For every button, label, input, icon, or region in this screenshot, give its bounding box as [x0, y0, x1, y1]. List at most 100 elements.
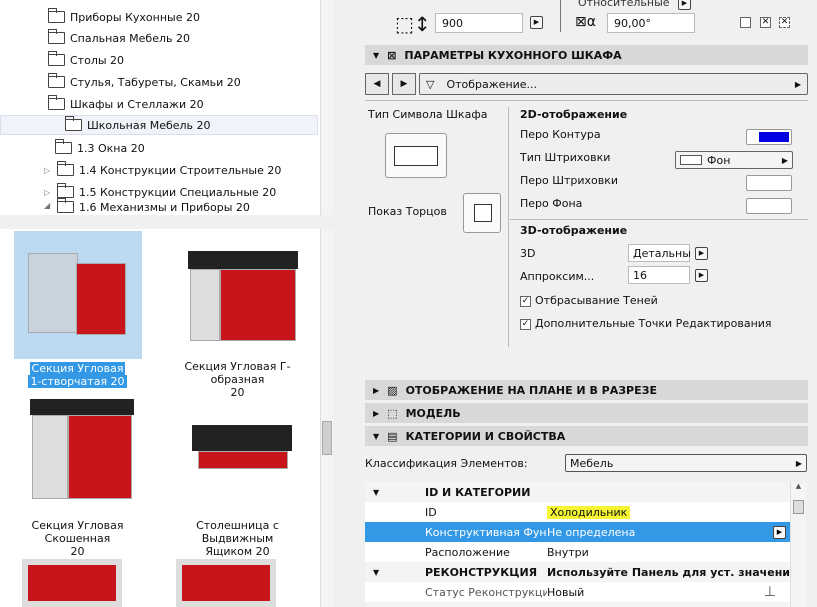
tree-item[interactable]: Стулья, Табуреты, Скамьи 20 [48, 72, 241, 92]
contour-pen-button[interactable] [746, 129, 792, 145]
folder-icon [48, 95, 65, 110]
thumbnail-label: 20 [70, 545, 85, 558]
thumbnail-item-selected[interactable]: Секция Угловая 1-створчатая 20 [0, 231, 155, 388]
thumbnail-item[interactable]: Столешница с Выдвижным Ящиком 20 [160, 395, 315, 558]
divider [560, 0, 561, 32]
thumbnail-item[interactable]: Секция Угловая Г-образная 20 [160, 231, 315, 399]
scroll-up-icon[interactable]: ▲ [791, 482, 806, 490]
chevron-right-icon: ▶ [781, 155, 788, 165]
approx-menu-button[interactable]: ▶ [695, 269, 708, 282]
thumbnail-item[interactable]: Секция Угловая Скошенная 20 [0, 395, 155, 558]
section-title: КАТЕГОРИИ И СВОЙСТВА [405, 429, 566, 443]
relative-menu-button[interactable]: ▶ [678, 0, 691, 10]
folder-icon [48, 51, 65, 66]
approx-input[interactable]: 16 [628, 266, 690, 284]
group-row[interactable]: ▼ ID И КАТЕГОРИИ [365, 482, 790, 502]
settings-panel: Относительные ▶ ⬚↕ 900 ▶ ⊠α 90,00° ✕ ✕ ▼… [360, 0, 817, 607]
value-menu-button[interactable]: ▶ [773, 525, 786, 539]
collapse-icon[interactable]: ◢ [44, 201, 52, 210]
show-ends-button[interactable] [463, 193, 501, 233]
tree-item[interactable]: ▷ 1.5 Конструкции Специальные 20 [44, 182, 276, 202]
tree-scrollbar[interactable] [320, 0, 333, 215]
3d-label: 3D [520, 247, 536, 260]
thumbnail-label: Секция Угловая Скошенная [31, 519, 124, 545]
tree-item[interactable]: ◢ 1.6 Механизмы и Приборы 20 [44, 198, 250, 215]
hatch-type-value: Фон [707, 153, 731, 167]
tree-item[interactable]: 1.3 Окна 20 [55, 138, 145, 158]
tree-item-selected[interactable]: Школьная Мебель 20 [0, 115, 318, 135]
folder-icon [57, 161, 74, 176]
cabinet-image [176, 559, 276, 607]
symbol-type-button[interactable] [385, 133, 447, 178]
tree-item[interactable]: Шкафы и Стеллажи 20 [48, 94, 204, 114]
property-row[interactable]: Расположение Внутри [365, 542, 790, 562]
scroll-thumb[interactable] [322, 421, 332, 455]
id-value[interactable]: Холодильник [547, 505, 631, 519]
prev-page-button[interactable]: ◀ [365, 73, 389, 95]
check-icon: ✓ [520, 318, 531, 330]
properties-table: ▼ ID И КАТЕГОРИИ ID Холодильник Конструкти… [365, 482, 790, 607]
hatch-type-select[interactable]: Фон ▶ [675, 151, 793, 169]
property-value[interactable]: Не определена [547, 526, 773, 539]
property-row-selected[interactable]: Конструктивная Фун... Не определена ▶ [365, 522, 790, 542]
expand-icon[interactable]: ▷ [44, 166, 52, 175]
relative-label: Относительные [578, 0, 670, 9]
tree-item-label: Спальная Мебель 20 [70, 31, 190, 45]
shadows-label: Отбрасывание Теней [535, 294, 658, 307]
height-input[interactable]: 900 [435, 13, 523, 33]
next-page-button[interactable]: ▶ [392, 73, 416, 95]
group-value: Используйте Панель для уст. значени... [547, 565, 790, 579]
property-value[interactable]: Новый [547, 586, 764, 599]
expand-icon[interactable]: ▷ [44, 188, 52, 197]
tree-item[interactable]: Спальная Мебель 20 [48, 28, 190, 48]
tree-item[interactable]: ▷ 1.4 Конструкции Строительные 20 [44, 160, 281, 180]
expand-icon: ▶ [373, 408, 380, 418]
property-row[interactable]: Статус Реконструкции Новый ⊥ [365, 582, 790, 602]
tree-item[interactable]: Столы 20 [48, 50, 124, 70]
angle-input[interactable]: 90,00° [607, 13, 695, 33]
shadows-checkbox[interactable]: ✓ Отбрасывание Теней [520, 294, 658, 307]
folder-icon [57, 198, 74, 213]
hatch-pen-button[interactable] [746, 175, 792, 191]
hatch-pen-label: Перо Штриховки [520, 174, 619, 187]
collapse-icon: ▼ [373, 567, 380, 577]
tag-icon: ▤ [387, 429, 398, 443]
checkbox[interactable] [740, 17, 751, 28]
thumbnail-grid: Секция Угловая 1-створчатая 20 Секция Угл… [0, 229, 318, 607]
checkbox-x-dashed[interactable]: ✕ [779, 17, 790, 28]
thumbnail-scrollbar[interactable] [320, 229, 333, 607]
classification-select[interactable]: Мебель ▶ [565, 454, 807, 472]
group-row[interactable]: ▼ РЕКОНСТРУКЦИЯ Используйте Панель для уст… [365, 562, 790, 582]
tree-item-label: 1.5 Конструкции Специальные 20 [79, 185, 277, 199]
checkbox-x[interactable]: ✕ [760, 17, 771, 28]
section-plan-display[interactable]: ▶ ▨ ОТОБРАЖЕНИЕ НА ПЛАНЕ И В РАЗРЕЗЕ [365, 380, 808, 400]
thumbnail-label: Секция Угловая [29, 362, 126, 375]
page-select-value: Отображение... [446, 77, 538, 91]
property-value[interactable]: Внутри [547, 546, 790, 559]
section-model[interactable]: ▶ ⬚ МОДЕЛЬ [365, 403, 808, 423]
edit-points-checkbox[interactable]: ✓ Дополнительные Точки Редактирования [520, 317, 772, 330]
properties-scrollbar[interactable]: ▲ [790, 482, 806, 607]
group-title: РЕКОНСТРУКЦИЯ [425, 565, 538, 579]
section-categories[interactable]: ▼ ▤ КАТЕГОРИИ И СВОЙСТВА [365, 426, 808, 446]
page-select[interactable]: ▽ Отображение... ▶ [419, 73, 808, 95]
params-icon: ⊠ [387, 48, 397, 62]
cabinet-image [178, 231, 298, 351]
folder-icon [48, 29, 65, 44]
tree-item[interactable]: Приборы Кухонные 20 [48, 7, 200, 27]
property-row[interactable]: ID Холодильник [365, 502, 790, 522]
divider [510, 219, 808, 220]
height-icon: ⬚↕ [395, 12, 431, 36]
renovation-icon: ⊥ [763, 584, 776, 600]
collapse-icon: ▼ [373, 50, 380, 60]
3d-menu-button[interactable]: ▶ [695, 247, 708, 260]
classification-label: Классификация Элементов: [365, 457, 528, 470]
thumbnail-label: Столешница с Выдвижным [196, 519, 279, 545]
divider [365, 100, 808, 101]
3d-input[interactable]: Детальны [628, 244, 691, 262]
height-menu-button[interactable]: ▶ [530, 16, 543, 29]
scroll-thumb[interactable] [793, 500, 804, 514]
bg-pen-button[interactable] [746, 198, 792, 214]
tree-item-label: Стулья, Табуреты, Скамьи 20 [70, 75, 241, 89]
section-kitchen-params[interactable]: ▼ ⊠ ПАРАМЕТРЫ КУХОННОГО ШКАФА [365, 45, 808, 65]
